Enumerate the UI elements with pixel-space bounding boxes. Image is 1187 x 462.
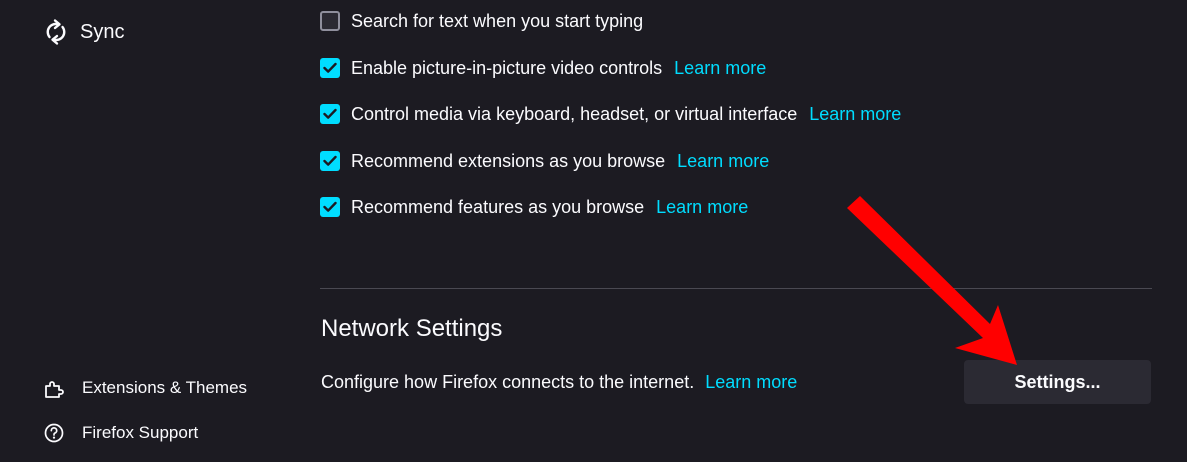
option-label: Search for text when you start typing bbox=[351, 10, 644, 31]
option-label: Recommend features as you browse bbox=[351, 196, 645, 217]
section-divider bbox=[320, 288, 1152, 289]
sync-icon bbox=[44, 18, 68, 46]
sidebar-item-extensions-themes[interactable]: Extensions & Themes bbox=[44, 376, 247, 400]
sidebar-item-label: Sync bbox=[80, 20, 125, 43]
option-picture-in-picture: Enable picture-in-picture video controls… bbox=[320, 57, 766, 79]
sidebar-item-label: Extensions & Themes bbox=[82, 378, 248, 397]
checkmark-icon bbox=[323, 108, 337, 119]
option-control-media: Control media via keyboard, headset, or … bbox=[320, 103, 901, 125]
option-recommend-features: Recommend features as you browse Learn m… bbox=[320, 196, 748, 218]
puzzle-piece-icon bbox=[44, 377, 64, 399]
option-label: Enable picture-in-picture video controls bbox=[351, 57, 663, 78]
checkbox-unchecked[interactable] bbox=[320, 11, 340, 31]
checkmark-icon bbox=[323, 155, 337, 166]
checkbox-checked[interactable] bbox=[320, 58, 340, 78]
sidebar-item-label: Firefox Support bbox=[82, 423, 199, 442]
checkbox-checked[interactable] bbox=[320, 151, 340, 171]
network-settings-title: Network Settings bbox=[321, 315, 503, 342]
network-description: Configure how Firefox connects to the in… bbox=[321, 372, 797, 393]
option-label: Recommend extensions as you browse bbox=[351, 150, 666, 171]
checkmark-icon bbox=[323, 201, 337, 212]
learn-more-link[interactable]: Learn more bbox=[656, 197, 748, 218]
network-settings-button[interactable]: Settings... bbox=[964, 360, 1151, 404]
help-circle-icon bbox=[44, 423, 64, 443]
option-search-text-typing: Search for text when you start typing bbox=[320, 10, 643, 32]
learn-more-link[interactable]: Learn more bbox=[809, 104, 901, 125]
option-label: Control media via keyboard, headset, or … bbox=[351, 103, 798, 124]
checkbox-checked[interactable] bbox=[320, 197, 340, 217]
option-recommend-extensions: Recommend extensions as you browse Learn… bbox=[320, 150, 769, 172]
checkbox-checked[interactable] bbox=[320, 104, 340, 124]
learn-more-link[interactable]: Learn more bbox=[705, 372, 797, 392]
learn-more-link[interactable]: Learn more bbox=[677, 151, 769, 172]
sidebar-item-firefox-support[interactable]: Firefox Support bbox=[44, 421, 198, 445]
checkmark-icon bbox=[323, 62, 337, 73]
sidebar-item-sync[interactable]: Sync bbox=[44, 16, 124, 48]
network-description-text: Configure how Firefox connects to the in… bbox=[321, 372, 695, 392]
learn-more-link[interactable]: Learn more bbox=[674, 58, 766, 79]
